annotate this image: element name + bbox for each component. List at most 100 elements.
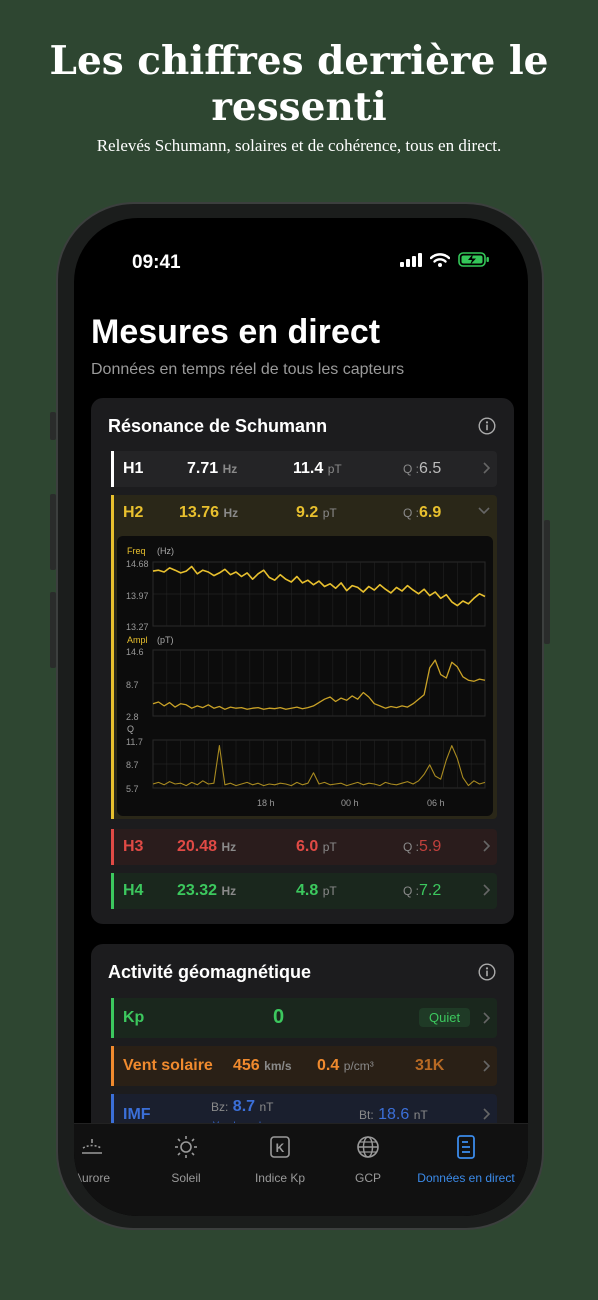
solar-wind-density: 0.4 <box>317 1057 340 1074</box>
q-tick: 5.7 <box>126 784 139 794</box>
battery-charging-icon <box>458 252 489 267</box>
live-data-icon <box>457 1135 475 1159</box>
schumann-card: Résonance de Schumann H1 7.71 Hz 11.4 pT… <box>91 398 514 924</box>
time-tick: 18 h <box>257 798 275 808</box>
side-button-action <box>50 412 56 440</box>
harmonic-ampl: 11.4 <box>293 460 324 477</box>
harmonic-row-h1[interactable]: H1 7.71 Hz 11.4 pT Q :6.5 <box>111 451 497 487</box>
imf-bt: 18.6 <box>378 1106 410 1123</box>
harmonic-freq-group: 23.32 Hz <box>177 882 236 900</box>
freq-unit: Hz <box>221 884 237 898</box>
q-label: Q : <box>403 840 420 854</box>
imf-label: IMF <box>123 1106 151 1123</box>
screen-subtitle: Données en temps réel de tous les capteu… <box>91 361 405 378</box>
status-icons <box>400 252 490 267</box>
chevron-right-icon <box>483 462 491 474</box>
freq-tick: 14.68 <box>126 559 149 569</box>
kp-status-badge: Quiet <box>419 1008 471 1027</box>
harmonic-freq-group: 7.71 Hz <box>187 460 237 478</box>
imf-bz: 8.7 <box>232 1098 256 1115</box>
harmonic-label: H4 <box>123 882 144 899</box>
tab-indice-kp[interactable]: K Indice Kp <box>230 1134 330 1185</box>
density-unit: p/cm³ <box>343 1059 374 1073</box>
harmonic-row-h4[interactable]: H4 23.32 Hz 4.8 pT Q :7.2 <box>111 873 497 909</box>
tab-label: GCP <box>354 1171 381 1185</box>
harmonic-ampl-group: 11.4 pT <box>293 460 342 478</box>
harmonic-label: H1 <box>123 460 144 477</box>
harmonic-color-bar <box>111 873 114 909</box>
tab-aurore[interactable]: Aurore <box>74 1134 142 1185</box>
chevron-right-icon <box>483 1012 491 1024</box>
ampl-tick: 14.6 <box>126 647 144 657</box>
harmonic-row-h3[interactable]: H3 20.48 Hz 6.0 pT Q :5.9 <box>111 829 497 865</box>
tab-donnees-en-direct[interactable]: Données en direct <box>408 1134 524 1185</box>
bt-unit: nT <box>413 1108 428 1122</box>
status-time: 09:41 <box>132 252 181 273</box>
solar-wind-temp: 31K <box>415 1057 445 1074</box>
harmonic-freq: 23.32 <box>177 882 218 899</box>
time-tick: 06 h <box>427 798 445 808</box>
promo-title: Les chiffres derrière le ressenti <box>0 38 598 130</box>
tab-soleil[interactable]: Soleil <box>136 1134 236 1185</box>
tab-label: Indice Kp <box>254 1171 306 1185</box>
harmonic-q: 6.9 <box>419 504 442 521</box>
solar-wind-speed: 456 <box>233 1057 260 1074</box>
freq-tick: 13.27 <box>126 622 149 632</box>
ampl-unit: pT <box>327 462 342 476</box>
harmonic-freq-group: 20.48 Hz <box>177 838 236 856</box>
info-icon[interactable] <box>478 417 496 435</box>
chevron-right-icon <box>483 1108 491 1120</box>
harmonic-q-group: Q :7.2 <box>403 882 441 900</box>
harmonic-freq: 13.76 <box>179 504 220 521</box>
imf-bz-group: Bz: 8.7 nT <box>211 1098 274 1116</box>
harmonic-freq-group: 13.76 Hz <box>179 504 238 522</box>
kp-color-bar <box>111 998 114 1038</box>
freq-axis-unit: (Hz) <box>157 546 174 556</box>
kp-row[interactable]: Kp 0 Quiet <box>111 998 497 1038</box>
svg-text:K: K <box>276 1141 285 1155</box>
harmonic-color-bar <box>111 829 114 865</box>
q-tick: 11.7 <box>126 737 143 747</box>
harmonic-freq: 7.71 <box>187 460 219 477</box>
side-button-power <box>544 520 550 644</box>
schumann-chart: Freq (Hz) 14.68 13.97 13.27 Ampl (pT) 14… <box>117 536 493 816</box>
phone-frame: 09:41 Mesures en direct Données en temps <box>50 202 550 1230</box>
promo-title-line1: Les chiffres derrière le <box>49 38 549 84</box>
harmonic-color-bar <box>111 451 114 487</box>
freq-axis-label: Freq <box>127 546 146 556</box>
promo-subtitle: Relevés Schumann, solaires et de cohéren… <box>96 136 502 155</box>
solar-wind-color-bar <box>111 1046 114 1086</box>
harmonic-ampl: 4.8 <box>296 882 319 899</box>
harmonic-label: H2 <box>123 504 144 521</box>
ampl-axis-unit: (pT) <box>157 635 174 645</box>
speed-unit: km/s <box>264 1059 292 1073</box>
freq-tick: 13.97 <box>126 591 149 601</box>
kp-label: Kp <box>123 1009 145 1026</box>
solar-wind-row[interactable]: Vent solaire 456 km/s 0.4 p/cm³ 31K <box>111 1046 497 1086</box>
sun-icon <box>175 1136 197 1158</box>
schumann-chart-svg: Freq (Hz) 14.68 13.97 13.27 Ampl (pT) 14… <box>126 546 486 808</box>
ampl-unit: pT <box>322 506 337 520</box>
tab-gcp[interactable]: GCP <box>318 1134 418 1185</box>
freq-unit: Hz <box>222 462 238 476</box>
harmonic-ampl: 6.0 <box>296 838 319 855</box>
solar-wind-speed-group: 456 km/s <box>233 1057 292 1075</box>
freq-unit: Hz <box>221 840 237 854</box>
bt-label: Bt: <box>359 1108 374 1122</box>
info-icon[interactable] <box>478 963 496 981</box>
globe-icon <box>357 1136 379 1158</box>
ampl-tick: 8.7 <box>126 680 139 690</box>
kp-index-icon: K <box>270 1136 290 1158</box>
harmonic-row-h2[interactable]: H2 13.76 Hz 9.2 pT Q :6.9 <box>111 495 497 531</box>
harmonic-color-bar <box>111 495 114 819</box>
harmonic-q-group: Q :5.9 <box>403 838 441 856</box>
geomag-card: Activité géomagnétique Kp 0 Quiet Vent s… <box>91 944 514 1144</box>
harmonic-q-group: Q :6.9 <box>403 504 441 522</box>
q-label: Q : <box>403 884 420 898</box>
side-button-volume-up <box>50 494 56 570</box>
ampl-tick: 2.8 <box>126 712 139 722</box>
harmonic-ampl: 9.2 <box>296 504 319 521</box>
screen-title: Mesures en direct <box>91 313 381 351</box>
chevron-right-icon <box>483 884 491 896</box>
chevron-right-icon <box>483 840 491 852</box>
